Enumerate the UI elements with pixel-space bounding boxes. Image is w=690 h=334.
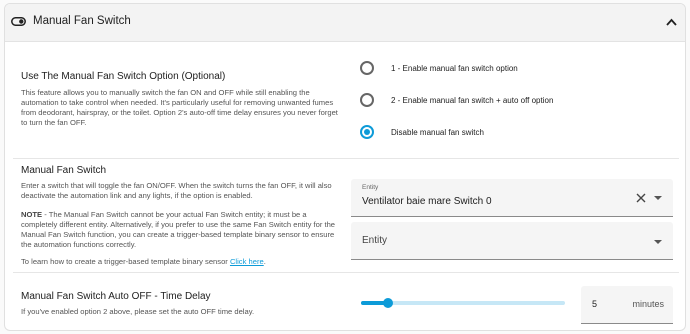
click-here-link[interactable]: Click here bbox=[230, 257, 264, 266]
radio-circle[interactable] bbox=[360, 93, 374, 107]
delay-section-description: If you've enabled option 2 above, please… bbox=[21, 307, 255, 316]
option-section-description: This feature allows you to manually swit… bbox=[21, 88, 338, 127]
radio-circle[interactable] bbox=[360, 125, 374, 139]
radio-label: 2 - Enable manual fan switch + auto off … bbox=[391, 95, 554, 105]
fan-switch-card: Manual Fan Switch Use The Manual Fan Swi… bbox=[4, 3, 686, 331]
divider bbox=[13, 272, 679, 273]
radio-circle[interactable] bbox=[360, 61, 374, 75]
toggle-switch-icon bbox=[11, 17, 26, 26]
caret-down-icon[interactable] bbox=[654, 196, 662, 200]
radio-option-2[interactable]: 2 - Enable manual fan switch + auto off … bbox=[360, 92, 553, 108]
chevron-up-icon[interactable] bbox=[666, 18, 677, 26]
entity-placeholder: Entity bbox=[362, 235, 388, 246]
divider bbox=[13, 158, 679, 159]
entity-select-empty[interactable]: Entity bbox=[351, 222, 673, 260]
caret-down-icon[interactable] bbox=[654, 240, 662, 244]
learn-more-text: To learn how to create a trigger-based t… bbox=[21, 257, 341, 267]
radio-option-1[interactable]: 1 - Enable manual fan switch option bbox=[360, 60, 518, 76]
delay-section-title: Manual Fan Switch Auto OFF - Time Delay bbox=[21, 291, 211, 302]
close-icon[interactable] bbox=[636, 193, 646, 203]
radio-label: Disable manual fan switch bbox=[391, 127, 484, 137]
entity-field-label: Entity bbox=[362, 184, 379, 191]
learn-text: To learn how to create a trigger-based t… bbox=[21, 257, 230, 266]
time-delay-unit: minutes bbox=[632, 299, 664, 309]
learn-end: . bbox=[263, 257, 266, 266]
time-delay-input[interactable]: 5 minutes bbox=[581, 286, 673, 324]
switch-section-note: NOTE - The Manual Fan Switch cannot be y… bbox=[21, 210, 341, 250]
card-header[interactable]: Manual Fan Switch bbox=[5, 4, 685, 42]
slider-thumb[interactable] bbox=[382, 298, 393, 308]
radio-option-disable[interactable]: Disable manual fan switch bbox=[360, 124, 484, 140]
radio-label: 1 - Enable manual fan switch option bbox=[391, 63, 518, 73]
option-section-title: Use The Manual Fan Switch Option (Option… bbox=[21, 71, 226, 82]
note-label: NOTE bbox=[21, 210, 43, 219]
entity-field-value: Ventilator baie mare Switch 0 bbox=[362, 196, 492, 207]
switch-section-description: Enter a switch that will toggle the fan … bbox=[21, 181, 332, 200]
manual-fan-switch-entity-select[interactable]: Entity Ventilator baie mare Switch 0 bbox=[351, 179, 673, 217]
card-title: Manual Fan Switch bbox=[33, 15, 131, 27]
time-delay-value: 5 bbox=[592, 299, 598, 309]
switch-section-title: Manual Fan Switch bbox=[21, 165, 107, 176]
note-text: - The Manual Fan Switch cannot be your a… bbox=[21, 210, 336, 249]
time-delay-slider[interactable] bbox=[361, 298, 565, 308]
